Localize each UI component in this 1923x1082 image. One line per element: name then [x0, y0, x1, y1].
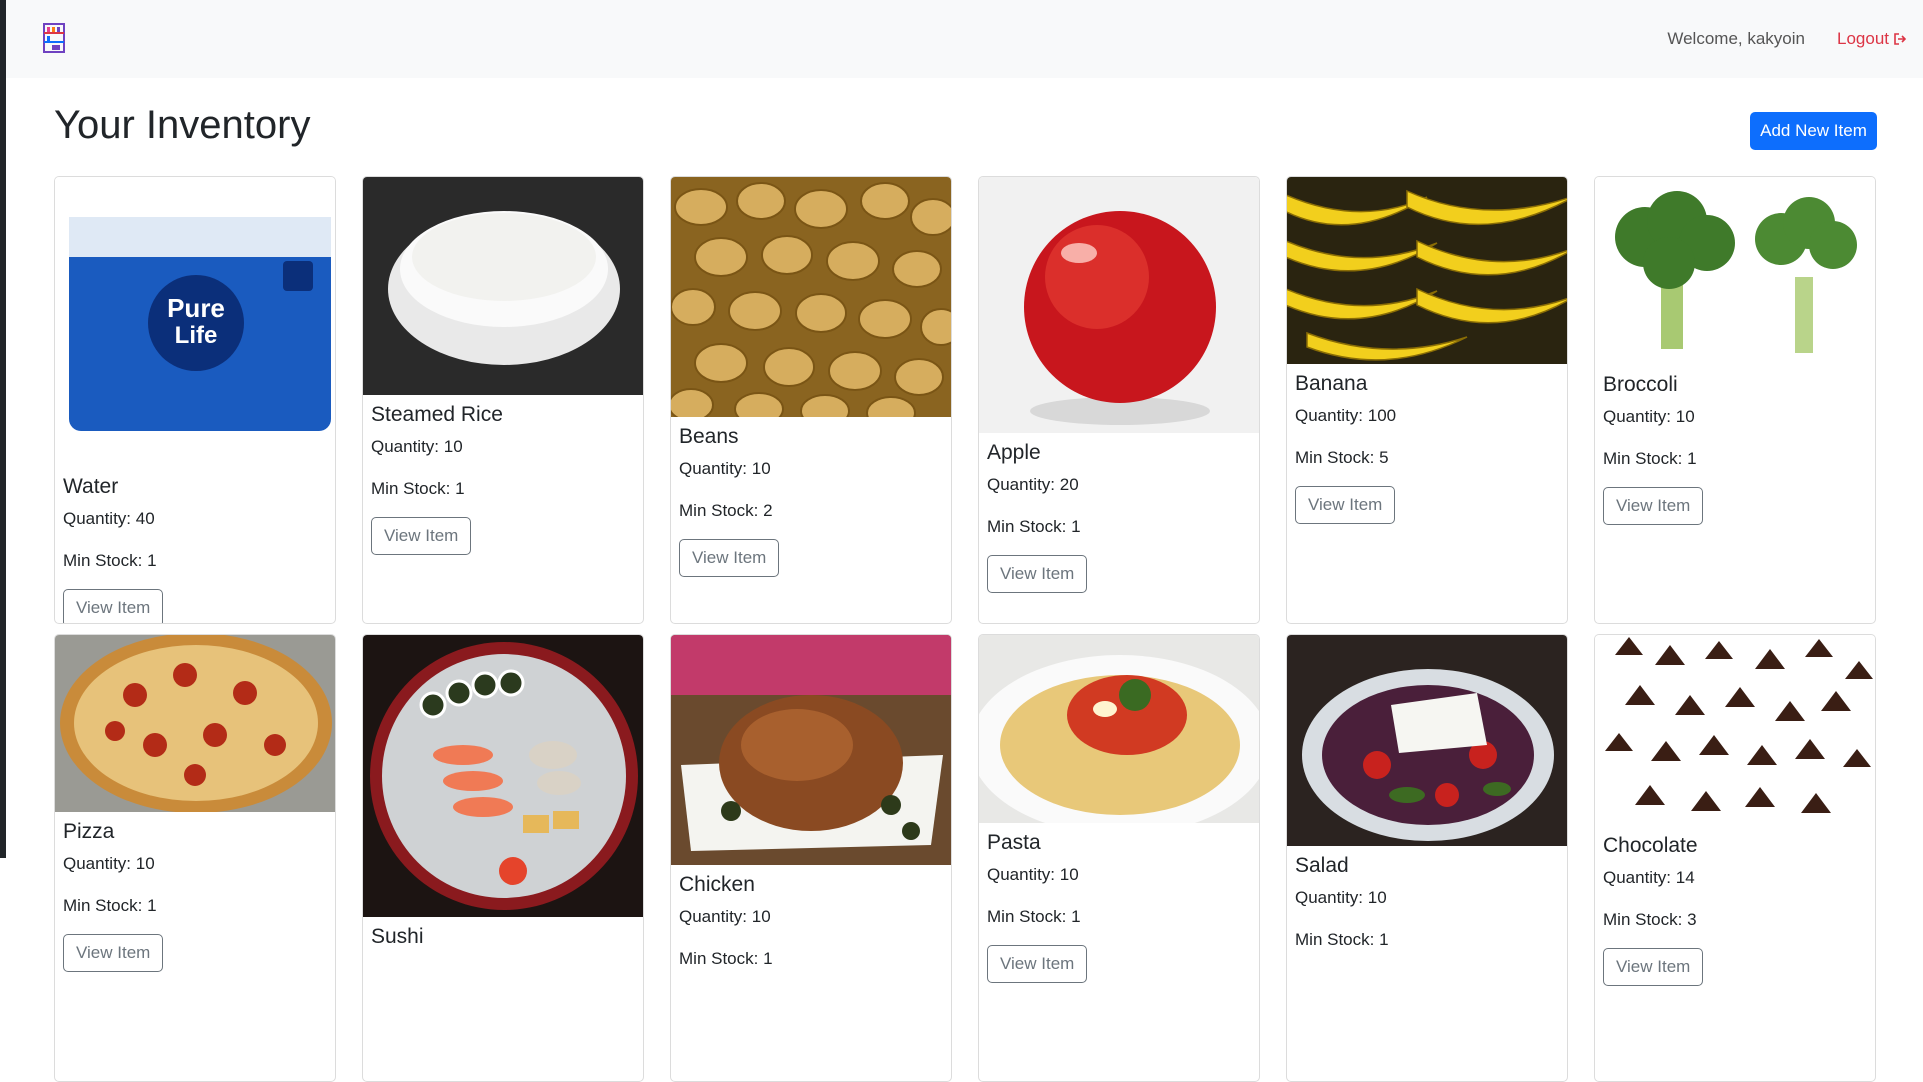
item-quantity: Quantity: 20 [987, 475, 1079, 494]
item-card-banana: Banana Quantity: 100 Min Stock: 5 View I… [1286, 176, 1568, 624]
item-name: Beans [679, 425, 739, 448]
item-min-stock: Min Stock: 1 [987, 907, 1081, 926]
item-min-stock: Min Stock: 1 [679, 949, 773, 968]
item-quantity: Quantity: 10 [679, 459, 771, 478]
sign-out-icon [1893, 33, 1907, 45]
item-card-chicken: Chicken Quantity: 10 Min Stock: 1 [670, 634, 952, 1082]
item-card-broccoli: Broccoli Quantity: 10 Min Stock: 1 View … [1594, 176, 1876, 624]
item-name: Chocolate [1603, 834, 1698, 857]
item-image-sushi [363, 635, 643, 917]
inventory-shelf-logo-icon[interactable] [42, 22, 66, 54]
item-name: Apple [987, 441, 1041, 464]
view-item-button[interactable]: View Item [63, 934, 164, 972]
item-name: Sushi [371, 925, 424, 948]
view-item-button[interactable]: View Item [1603, 487, 1704, 525]
item-image-chicken [671, 635, 951, 865]
item-quantity: Quantity: 10 [371, 437, 463, 456]
welcome-message: Welcome, kakyoin [1667, 29, 1805, 48]
item-card-apple: Apple Quantity: 20 Min Stock: 1 View Ite… [978, 176, 1260, 624]
item-image-water: Pure Life [55, 177, 335, 467]
item-card-water: Pure Life Water Quantity: 40 Min Stock: … [54, 176, 336, 624]
add-new-item-button[interactable]: Add New Item [1750, 112, 1877, 150]
item-name: Banana [1295, 372, 1368, 395]
view-item-button[interactable]: View Item [987, 945, 1088, 983]
item-name: Steamed Rice [371, 403, 503, 426]
item-name: Pizza [63, 820, 115, 843]
item-quantity: Quantity: 14 [1603, 868, 1695, 887]
left-edge-strip [0, 0, 6, 858]
item-image-steamed-rice [363, 177, 643, 395]
navbar: Welcome, kakyoin Logout [6, 0, 1923, 78]
item-min-stock: Min Stock: 1 [63, 551, 157, 570]
item-card-pasta: Pasta Quantity: 10 Min Stock: 1 View Ite… [978, 634, 1260, 1082]
item-quantity: Quantity: 10 [679, 907, 771, 926]
item-quantity: Quantity: 10 [987, 865, 1079, 884]
item-image-apple [979, 177, 1259, 433]
item-image-pizza [55, 635, 335, 812]
item-card-chocolate: Chocolate Quantity: 14 Min Stock: 3 View… [1594, 634, 1876, 1082]
item-image-chocolate [1595, 635, 1875, 826]
item-card-salad: Salad Quantity: 10 Min Stock: 1 [1286, 634, 1568, 1082]
view-item-button[interactable]: View Item [371, 517, 472, 555]
item-name: Chicken [679, 873, 755, 896]
svg-text:Life: Life [175, 322, 218, 349]
item-name: Water [63, 475, 119, 498]
item-card-steamed-rice: Steamed Rice Quantity: 10 Min Stock: 1 V… [362, 176, 644, 624]
item-min-stock: Min Stock: 3 [1603, 910, 1697, 929]
item-min-stock: Min Stock: 1 [371, 479, 465, 498]
item-min-stock: Min Stock: 1 [1295, 930, 1389, 949]
item-min-stock: Min Stock: 1 [987, 517, 1081, 536]
item-quantity: Quantity: 40 [63, 509, 155, 528]
view-item-button[interactable]: View Item [63, 589, 164, 623]
item-image-salad [1287, 635, 1567, 846]
item-image-broccoli [1595, 177, 1875, 365]
item-min-stock: Min Stock: 1 [1603, 449, 1697, 468]
view-item-button[interactable]: View Item [1295, 486, 1396, 524]
logout-link[interactable]: Logout [1837, 29, 1907, 49]
item-quantity: Quantity: 10 [1295, 888, 1387, 907]
item-min-stock: Min Stock: 5 [1295, 448, 1389, 467]
item-card-pizza: Pizza Quantity: 10 Min Stock: 1 View Ite… [54, 634, 336, 1082]
item-min-stock: Min Stock: 2 [679, 501, 773, 520]
item-image-banana [1287, 177, 1567, 364]
svg-text:Pure: Pure [167, 293, 225, 323]
item-quantity: Quantity: 100 [1295, 406, 1397, 425]
view-item-button[interactable]: View Item [987, 555, 1088, 593]
item-card-sushi: Sushi [362, 634, 644, 1082]
item-quantity: Quantity: 10 [1603, 407, 1695, 426]
item-name: Salad [1295, 854, 1349, 877]
item-card-beans: Beans Quantity: 10 Min Stock: 2 View Ite… [670, 176, 952, 624]
item-quantity: Quantity: 10 [63, 854, 155, 873]
item-min-stock: Min Stock: 1 [63, 896, 157, 915]
page-title: Your Inventory [54, 103, 311, 147]
view-item-button[interactable]: View Item [679, 539, 780, 577]
item-image-pasta [979, 635, 1259, 823]
logout-label: Logout [1837, 29, 1889, 48]
item-image-beans [671, 177, 951, 417]
item-name: Broccoli [1603, 373, 1678, 396]
item-name: Pasta [987, 831, 1041, 854]
